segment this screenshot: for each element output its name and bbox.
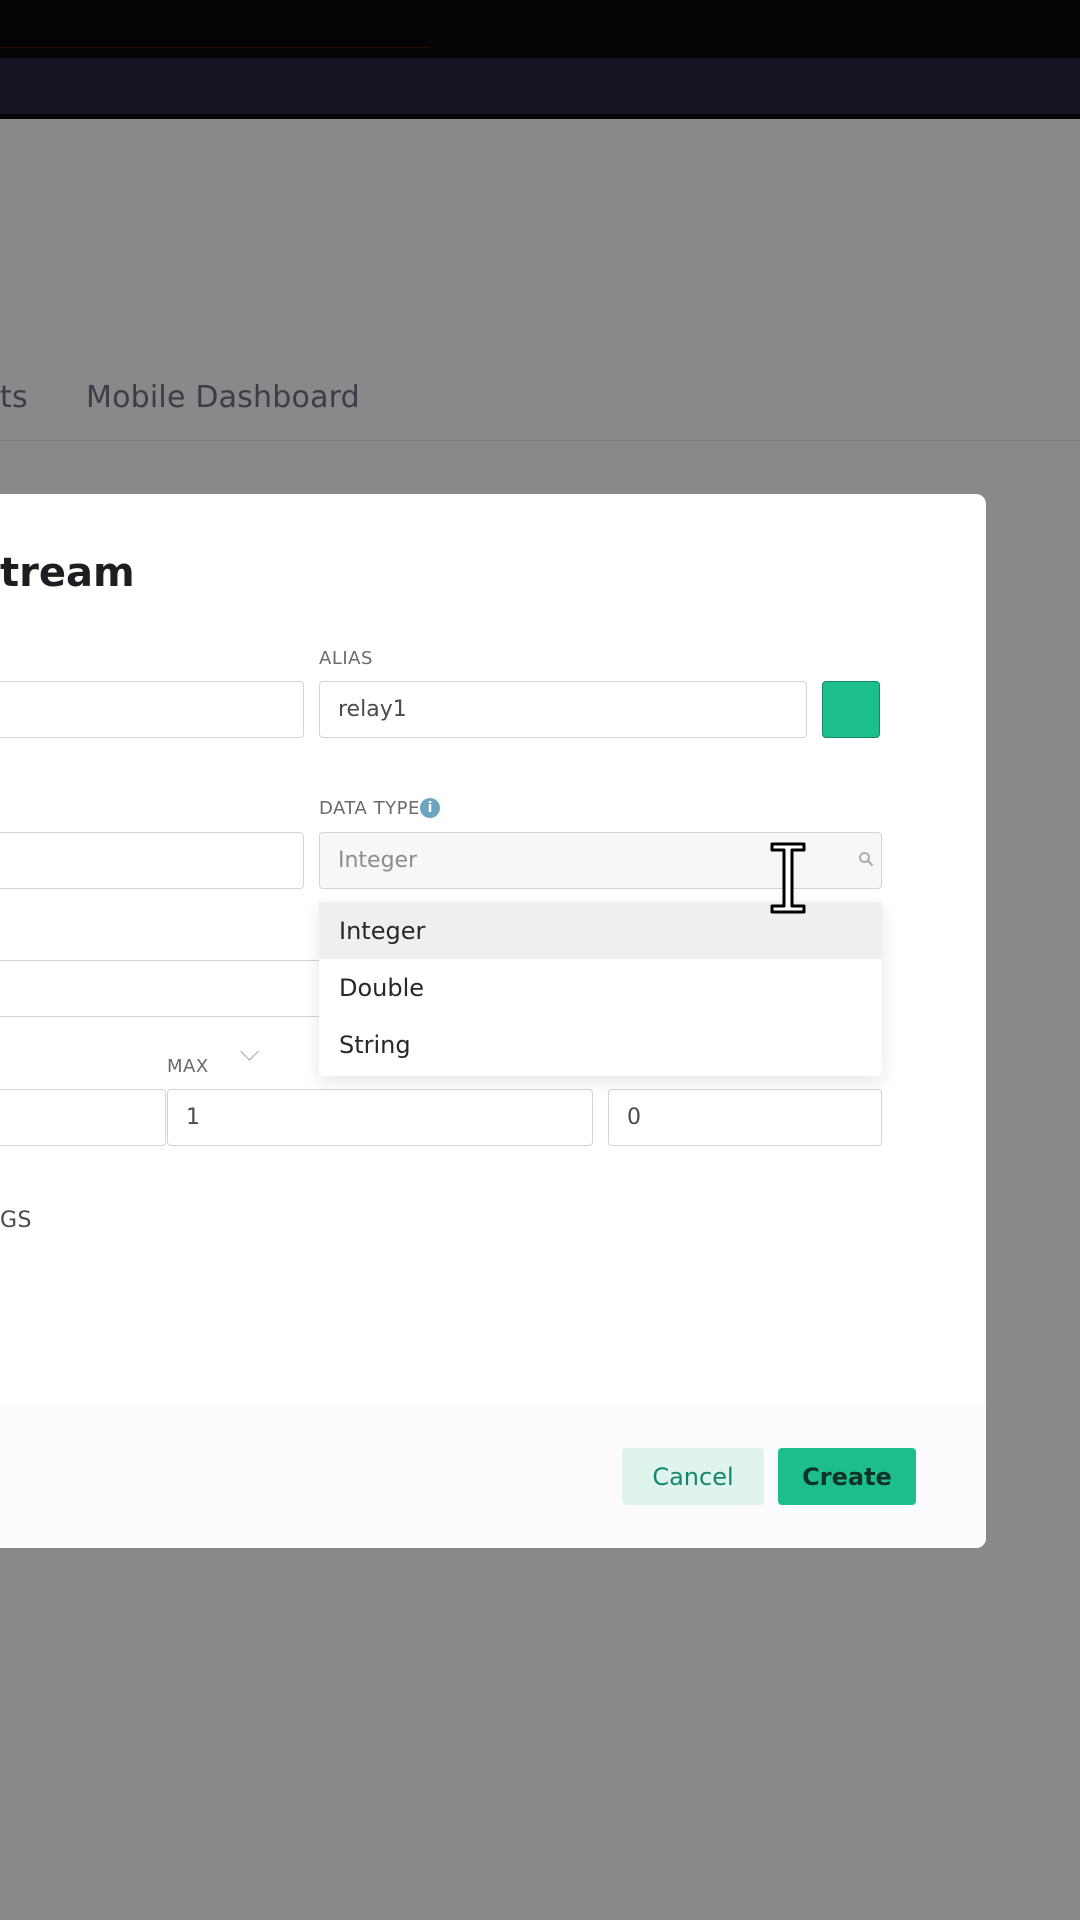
advanced-settings-label[interactable]: GS	[0, 1208, 32, 1233]
top-bar-accent-line	[0, 47, 430, 48]
tab-mobile-dashboard[interactable]: Mobile Dashboard	[86, 380, 360, 415]
data-type-placeholder: Integer	[338, 848, 418, 873]
color-picker-swatch[interactable]	[822, 681, 880, 738]
alias-input[interactable]: relay1	[319, 681, 807, 738]
tabs-row: ts Mobile Dashboard	[0, 380, 1080, 440]
name-field[interactable]	[0, 681, 304, 738]
default-value: 0	[627, 1105, 641, 1130]
data-type-label: DATA TYPE	[319, 798, 420, 819]
alias-value: relay1	[338, 697, 407, 722]
max-label: MAX	[167, 1056, 209, 1077]
min-input[interactable]	[0, 1089, 166, 1146]
nav-strip	[0, 58, 1080, 114]
create-datastream-dialog: tream ALIAS relay1 DATA TYPE i Integer M…	[0, 494, 986, 1548]
text-cursor-icon	[770, 842, 806, 914]
max-input[interactable]: 1	[167, 1089, 593, 1146]
cancel-button[interactable]: Cancel	[622, 1448, 764, 1505]
alias-label: ALIAS	[319, 648, 373, 669]
dropdown-option-string[interactable]: String	[319, 1016, 882, 1073]
nav-strip-border	[0, 114, 1080, 119]
tabs-divider	[0, 440, 1080, 441]
units-field[interactable]	[0, 960, 326, 1017]
dropdown-option-double[interactable]: Double	[319, 959, 882, 1016]
top-bar	[0, 0, 1080, 58]
max-value: 1	[186, 1105, 200, 1130]
tab-partial[interactable]: ts	[0, 380, 28, 415]
default-value-input[interactable]: 0	[608, 1089, 882, 1146]
info-icon[interactable]: i	[420, 798, 440, 818]
data-type-dropdown: Integer Double String	[319, 902, 882, 1076]
chevron-down-icon	[240, 1042, 259, 1061]
dialog-title: tream	[0, 550, 135, 596]
select-field-left[interactable]	[0, 832, 304, 1061]
search-icon	[859, 852, 874, 867]
create-button[interactable]: Create	[778, 1448, 916, 1505]
